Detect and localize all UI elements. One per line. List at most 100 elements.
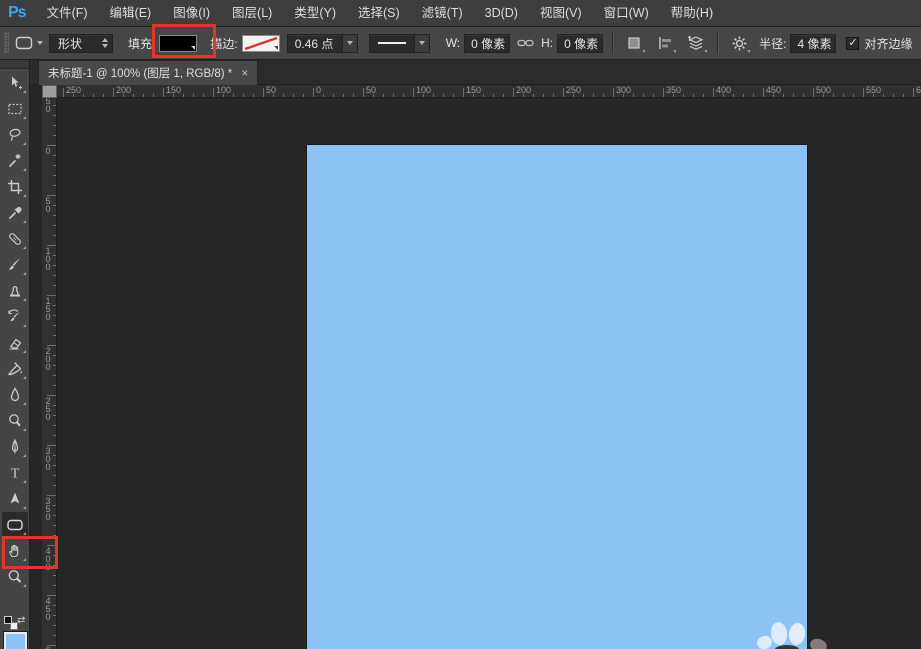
ruler-tick [343, 94, 344, 97]
menu-item[interactable]: 3D(D) [474, 6, 529, 20]
magic-wand-tool[interactable] [2, 148, 28, 173]
document-canvas[interactable] [307, 145, 807, 649]
menu-item[interactable]: 视图(V) [529, 6, 593, 20]
ruler-tick [843, 94, 844, 97]
rounded-rectangle-tool[interactable] [1, 512, 28, 537]
move-tool[interactable] [2, 70, 28, 95]
flyout-indicator-icon [22, 298, 26, 301]
type-tool[interactable]: T [2, 460, 28, 485]
stroke-width-field[interactable]: 0.46 点 [286, 33, 343, 53]
ruler-tick [353, 94, 354, 97]
ruler-tick [53, 225, 56, 226]
default-colors-icon[interactable] [4, 616, 18, 630]
menu-item[interactable]: 图层(L) [221, 6, 283, 20]
horizontal-ruler[interactable]: 250 200 150 100 50 0 50 100 150 200 250 300 350 400 45… [57, 85, 921, 98]
menu-item[interactable]: 编辑(E) [99, 6, 163, 20]
flyout-indicator-icon [22, 246, 26, 249]
stroke-style-select[interactable] [368, 33, 415, 53]
radius-input[interactable]: 4 像素 [790, 33, 837, 53]
width-label: W: [445, 36, 461, 50]
shape-width-input[interactable]: 0 像素 [464, 33, 511, 53]
options-bar-grip-icon[interactable] [4, 32, 9, 54]
menu-item[interactable]: 图像(I) [162, 6, 221, 20]
ruler-label: 0 [45, 146, 51, 156]
ruler-tick [53, 365, 56, 366]
close-icon[interactable]: × [241, 67, 248, 79]
dodge-tool[interactable] [2, 408, 28, 433]
ruler-label: 2 0 0 [45, 346, 51, 372]
crop-tool[interactable] [2, 174, 28, 199]
ruler-tick [93, 94, 94, 97]
rectangular-marquee-tool[interactable] [2, 96, 28, 121]
ruler-tick [53, 135, 56, 136]
document-tab[interactable]: 未标题-1 @ 100% (图层 1, RGB/8) * × [38, 60, 259, 85]
stroke-width-value: 0.46 点 [294, 36, 334, 51]
ruler-tick [903, 94, 904, 97]
gear-icon [732, 36, 747, 50]
ruler-tick [203, 94, 204, 97]
ruler-tick [53, 605, 56, 606]
toolbar-grip[interactable] [0, 60, 29, 69]
paint-bucket-tool[interactable] [2, 356, 28, 381]
menu-item[interactable]: 帮助(H) [660, 6, 724, 20]
tool-preset-button[interactable] [14, 31, 43, 55]
flyout-indicator-icon [22, 272, 26, 275]
ruler-tick [453, 94, 454, 97]
ruler-label: 100 [216, 85, 232, 95]
swap-colors-icon[interactable]: ⇄ [17, 615, 25, 626]
ruler-label: 1 5 0 [45, 296, 51, 322]
menu-item[interactable]: 选择(S) [347, 6, 411, 20]
shape-height-input[interactable]: 0 像素 [557, 33, 604, 53]
tool-mode-select[interactable]: 形状 [49, 33, 113, 53]
spot-healing-brush-tool[interactable] [2, 226, 28, 251]
ruler-tick [753, 94, 754, 97]
ruler-tick [53, 155, 56, 156]
align-edges-checkbox[interactable]: ✓ [846, 36, 860, 50]
menu-item[interactable]: 滤镜(T) [411, 6, 474, 20]
pen-tool[interactable] [2, 434, 28, 459]
ruler-label: 100 [416, 85, 432, 95]
ruler-tick [53, 325, 56, 326]
flyout-indicator-icon [22, 584, 26, 587]
highlight-box-rounded-rectangle-tool [2, 536, 58, 569]
ruler-tick [833, 94, 834, 97]
path-operations-button[interactable] [622, 32, 646, 54]
geometry-options-button[interactable] [727, 32, 751, 54]
align-edges-label: 对齐边缘 [864, 36, 913, 51]
path-alignment-button[interactable] [653, 32, 677, 54]
ruler-tick [283, 94, 284, 97]
ruler-tick [913, 88, 914, 97]
photoshop-logo: Ps [8, 4, 27, 21]
brush-tool[interactable] [2, 252, 28, 277]
eyedropper-tool[interactable] [2, 200, 28, 225]
menu-item[interactable]: 窗口(W) [593, 6, 660, 20]
radius-value: 4 像素 [797, 36, 832, 51]
foreground-color-swatch[interactable] [3, 631, 28, 649]
path-arrangement-icon [687, 35, 704, 50]
ruler-tick [793, 94, 794, 97]
path-selection-tool[interactable] [2, 486, 28, 511]
ruler-tick [583, 94, 584, 97]
ruler-tick [363, 88, 364, 97]
menu-item[interactable]: 类型(Y) [283, 6, 347, 20]
stroke-width-dropdown-button[interactable] [342, 33, 358, 53]
ruler-origin-corner[interactable] [42, 85, 57, 98]
history-brush-tool[interactable] [2, 304, 28, 329]
ruler-tick [53, 415, 56, 416]
ruler-tick [53, 275, 56, 276]
ruler-label: 50 [366, 85, 377, 95]
ruler-tick [513, 88, 514, 97]
menu-item[interactable]: 文件(F) [36, 6, 99, 20]
ruler-tick [863, 88, 864, 97]
stroke-color-swatch[interactable] [241, 34, 280, 52]
flyout-indicator-icon [22, 532, 26, 535]
link-dimensions-icon[interactable] [517, 37, 534, 49]
clone-stamp-tool[interactable] [2, 278, 28, 303]
lasso-tool[interactable] [2, 122, 28, 147]
eraser-tool[interactable] [2, 330, 28, 355]
stroke-style-dropdown-button[interactable] [414, 33, 430, 53]
options-bar: 形状 填充: 描边: 0.46 点 W: 0 像素 H: 0 像素 半径: 4 … [0, 27, 921, 60]
path-arrangement-button[interactable] [684, 32, 708, 54]
blur-tool[interactable] [2, 382, 28, 407]
ruler-tick [333, 94, 334, 97]
